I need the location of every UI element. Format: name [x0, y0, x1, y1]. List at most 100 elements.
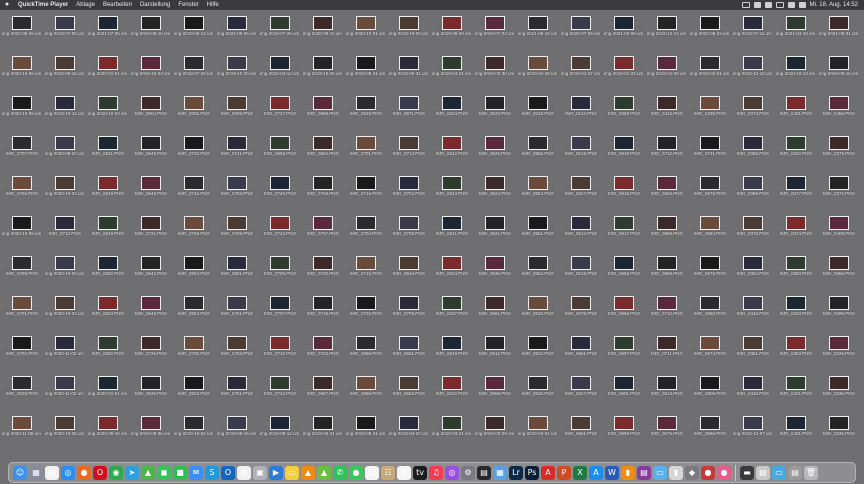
skype-icon[interactable]: S [205, 465, 219, 480]
menu-fenster[interactable]: Fenster [174, 0, 202, 10]
desktop-file[interactable]: img-2019-04-01 um 18.43.24 [432, 56, 472, 90]
desktop-file[interactable]: IMG_0649.PNG [88, 216, 128, 250]
desktop-file[interactable]: img-2020-05-26 um 00.04.21 [2, 16, 42, 50]
safari-icon[interactable]: ◎ [61, 465, 75, 480]
desktop-file[interactable]: IMG_0710.PNG [260, 336, 300, 370]
music-icon[interactable]: ♫ [429, 465, 443, 480]
trash-icon[interactable]: 🗑 [804, 465, 818, 480]
desktop-file[interactable]: img-2019-10-03 um 20.32.03 [131, 56, 171, 90]
desktop-file[interactable]: IMG_0523.PNG [475, 96, 515, 130]
desktop-file[interactable]: IMG_0701.PNG [346, 136, 386, 170]
whatsapp-icon[interactable]: ✆ [333, 465, 347, 480]
desktop-file[interactable]: img-2020-10-09 um 23.16.46 [2, 96, 42, 130]
podcasts-icon[interactable]: ◎ [445, 465, 459, 480]
menu-darstellung[interactable]: Darstellung [136, 0, 174, 10]
desktop-file[interactable]: IMG_0336.PNG [819, 376, 859, 410]
desktop-file[interactable]: IMG_0629.PNG [346, 96, 386, 130]
desktop-file[interactable]: img-2019-10-02 um 23.16.22 [88, 96, 128, 130]
opera-icon[interactable]: O [93, 465, 107, 480]
pdf-icon[interactable]: A [541, 465, 555, 480]
desktop-file[interactable]: IMG_0384.PNG [733, 256, 773, 290]
finder-icon[interactable]: ☺ [13, 465, 27, 480]
desktop-file[interactable]: img-2019-03-21 um 20.05.23 [432, 416, 472, 450]
desktop-file[interactable]: IMG_0707.PNG [2, 136, 42, 170]
desktop-file[interactable]: img-2019-10-20 um 13.06.29 [217, 56, 257, 90]
control-center-icon[interactable] [798, 2, 806, 8]
desktop-file[interactable]: IMG_0373.PNG [733, 96, 773, 130]
desktop-file[interactable]: img-2020-01-01 um 16.36.10 [88, 56, 128, 90]
contacts-icon[interactable]: ☷ [381, 465, 395, 480]
desktop-file[interactable]: img-2020-05-16 um 21.17.18 [88, 416, 128, 450]
desktop-file[interactable]: IMG_0618.PNG [561, 256, 601, 290]
desktop-file[interactable]: IMG_0768.PNG [174, 216, 214, 250]
desktop-file[interactable]: IMG_0614.PNG [561, 216, 601, 250]
desktop-file[interactable]: IMG_0602.PNG [88, 336, 128, 370]
desktop-file[interactable]: IMG_0720.PNG [303, 256, 343, 290]
android-transfer-icon[interactable]: ▲ [317, 465, 331, 480]
desktop-file[interactable]: IMG_0715.PNG [346, 256, 386, 290]
menu-ablage[interactable]: Ablage [72, 0, 99, 10]
desktop-file[interactable]: img-2019-07-02 um 19.21.16 [475, 16, 515, 50]
menu-app-name[interactable]: QuickTime Player [14, 0, 72, 10]
desktop-file[interactable]: IMG_0649.PNG [432, 336, 472, 370]
desktop-file[interactable]: img-2019-04-20 um 21.42.18 [389, 416, 429, 450]
colorsync-icon[interactable]: ● [717, 465, 731, 480]
desktop-file[interactable]: IMG_0619.PNG [604, 136, 644, 170]
desktop-file[interactable]: IMG_0700.PNG [174, 336, 214, 370]
desktop-file[interactable]: img-2018-04-13 um 13.05.16 [260, 56, 300, 90]
apple-menu-icon[interactable]: ● [0, 0, 14, 10]
books-icon[interactable]: ▮ [621, 465, 635, 480]
battery-icon[interactable] [775, 2, 784, 8]
desktop-file[interactable]: img-2020-06-23 um 22.53.05 [690, 16, 730, 50]
desktop-file[interactable]: IMG_0698.PNG [303, 96, 343, 130]
appstore-icon[interactable]: A [589, 465, 603, 480]
desktop-file[interactable]: img-2021-05-01 um 18.38.48 [819, 16, 859, 50]
desktop-file[interactable]: img-2020-10-06 um 22.34.12 [2, 56, 42, 90]
desktop-file[interactable]: img-2019-05-31 um 23.26.10 [346, 56, 386, 90]
desktop-file[interactable]: IMG_0655.PNG [260, 136, 300, 170]
documents-icon[interactable]: ▤ [788, 465, 802, 480]
lightroom-icon[interactable]: Lr [509, 465, 523, 480]
desktop-file[interactable]: img-2019-01-08 um 19.50.39 [647, 56, 687, 90]
facetime-video-icon[interactable]: ● [349, 465, 363, 480]
desktop-file[interactable]: img-2019-05-31 um 23.24.43 [389, 56, 429, 90]
desktop-file[interactable]: IMG_0745.PNG [174, 176, 214, 210]
desktop-file[interactable]: IMG_0668.PNG [647, 256, 687, 290]
desktop-file[interactable]: IMG_0651.PNG [389, 336, 429, 370]
powerpoint-icon[interactable]: P [557, 465, 571, 480]
desktop-file[interactable]: IMG_0401.PNG [776, 416, 816, 450]
desktop-file[interactable]: IMG_0006.PNG [217, 96, 257, 130]
desktop-file[interactable]: IMG_0631.PNG [88, 136, 128, 170]
desktop-file[interactable]: IMG_0714.PNG [389, 136, 429, 170]
desktop-file[interactable]: IMG_0652.PNG [389, 376, 429, 410]
desktop-file[interactable]: IMG_0688.PNG [647, 216, 687, 250]
desktop-file[interactable]: IMG_0612.PNG [475, 336, 515, 370]
desktop-file[interactable]: img-2018-09-16 um 12.34.56 [819, 56, 859, 90]
desktop-file[interactable]: img-2020-01-01 um 12.19.40 [88, 376, 128, 410]
desktop-file[interactable]: IMG_0622.PNG [432, 376, 472, 410]
desktop-file[interactable]: img-2018-12-07 um 12.31.50 [733, 416, 773, 450]
desktop-file[interactable]: IMG_0421.PNG [776, 376, 816, 410]
desktop-file[interactable]: IMG_0711.PNG [647, 336, 687, 370]
desktop-file[interactable]: img-2019-10-02 um 17.18.29 [174, 416, 214, 450]
calendar-app-icon[interactable]: 18 [365, 465, 379, 480]
desktop-file[interactable]: img-2019-06-29 um 21.52.45 [432, 16, 472, 50]
desktop-file[interactable]: IMG_0643.PNG [432, 176, 472, 210]
desktop-file[interactable]: IMG_0388.PNG [604, 96, 644, 130]
screenshot-icon[interactable]: ▬ [740, 465, 754, 480]
desktop-file[interactable]: img-2019-03-09 um 19.28.01 [475, 416, 515, 450]
desktop-file[interactable]: IMG_0617.PNG [604, 216, 644, 250]
desktop-file[interactable]: img-2019-06-12 um 14.53.08 [174, 16, 214, 50]
desktop-file[interactable]: img-2020-10-25 um 23.08.07 [45, 416, 85, 450]
desktop-file[interactable]: IMG_0624.PNG [475, 176, 515, 210]
desktop-file[interactable]: IMG_0571.PNG [389, 96, 429, 130]
desktop-file[interactable]: IMG_0653.PNG [518, 176, 558, 210]
telegram-icon[interactable]: ➤ [125, 465, 139, 480]
desktop-file[interactable]: IMG_0335.PNG [690, 96, 730, 130]
desktop-file[interactable]: IMG_0615.PNG [604, 176, 644, 210]
vlc-icon[interactable]: ▲ [301, 465, 315, 480]
desktop-file[interactable]: IMG_0741.PNG [217, 136, 257, 170]
desktop-file[interactable]: IMG_0740.PNG [260, 176, 300, 210]
desktop-file[interactable]: IMG_0697.PNG [604, 336, 644, 370]
desktop-file[interactable]: img-2021-08-05 um 23.41.58 [217, 16, 257, 50]
